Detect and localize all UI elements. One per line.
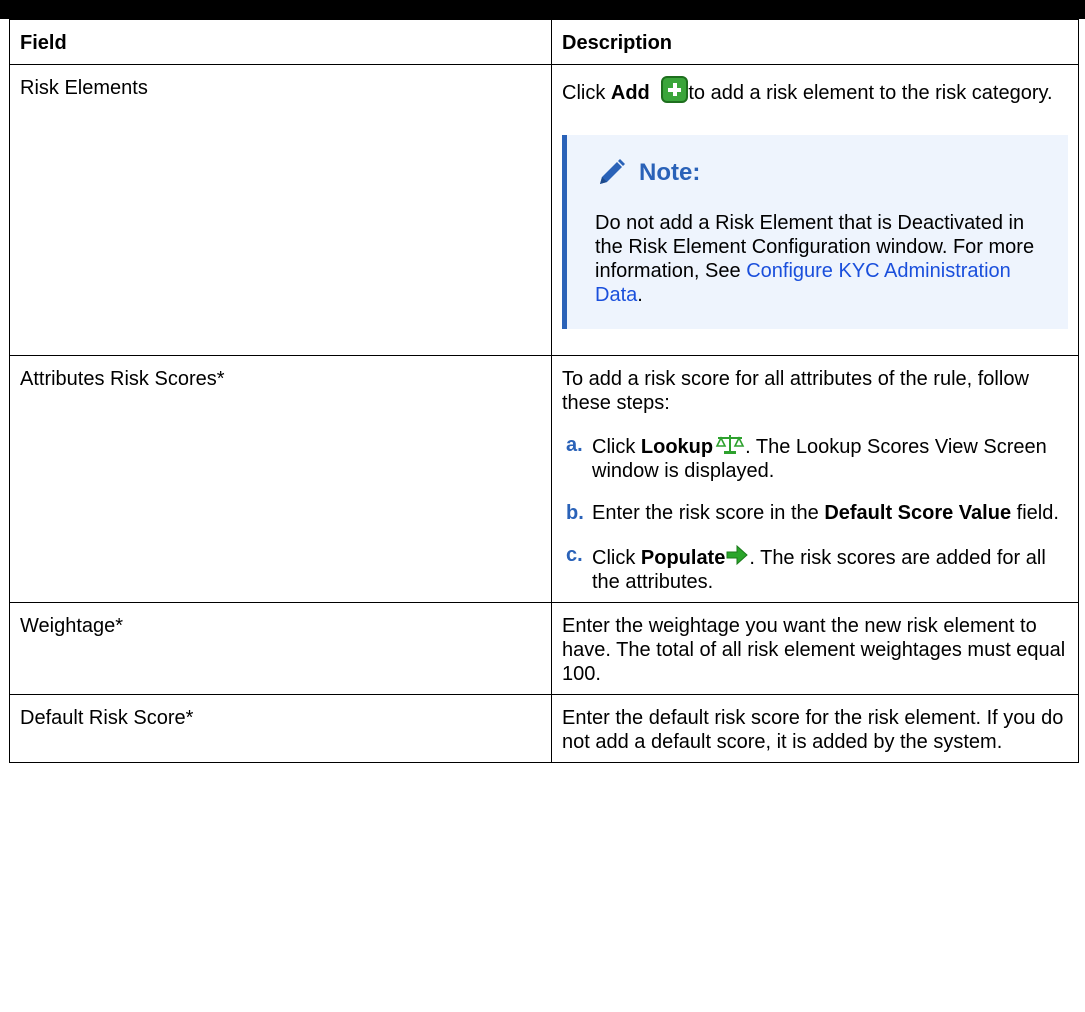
- bold-term: Default Score Value: [824, 502, 1012, 524]
- field-cell: Default Risk Score*: [9, 694, 552, 763]
- text-segment: Enter the risk score in the: [592, 502, 825, 524]
- note-title: Note:: [639, 159, 701, 186]
- step-text: Enter the risk score in the Default Scor…: [592, 501, 1059, 525]
- header-field: Field: [9, 19, 552, 65]
- text-segment: to add a risk element to the risk catego…: [688, 82, 1053, 104]
- description-cell: Enter the default risk score for the ris…: [551, 694, 1079, 763]
- text-segment: field.: [1011, 502, 1059, 524]
- description-cell: Click Add to add a risk element to the r…: [551, 64, 1079, 356]
- step-text: Click Populate. The risk scores are adde…: [592, 543, 1068, 594]
- description-cell: To add a risk score for all attributes o…: [551, 355, 1079, 603]
- description-text: Click Add to add a risk element to the r…: [562, 76, 1068, 105]
- pencil-icon: [600, 159, 625, 184]
- note-box: Note: Do not add a Risk Element that is …: [562, 135, 1068, 329]
- step-marker: c.: [566, 544, 583, 566]
- bold-term: Lookup: [640, 436, 714, 458]
- field-description-table: Field Description Risk Elements Click Ad…: [9, 19, 1079, 763]
- step-marker: a.: [566, 434, 583, 456]
- bold-term: Populate: [640, 547, 726, 569]
- step-text: Click Lookup. The Lookup Scores View Scr…: [592, 433, 1068, 483]
- bold-term: Add: [610, 82, 650, 104]
- field-cell: Risk Elements: [9, 64, 552, 356]
- note-body: Do not add a Risk Element that is Deacti…: [595, 211, 1048, 307]
- text-segment: Click: [592, 547, 641, 569]
- table-row: Risk Elements Click Add to add a risk el…: [9, 64, 1079, 356]
- note-heading: Note:: [595, 157, 1048, 189]
- arrow-right-icon: [726, 544, 749, 566]
- text-segment: .: [637, 284, 643, 306]
- steps-list: a. Click Lookup. The Lookup Scores View …: [562, 433, 1068, 594]
- header-description: Description: [551, 19, 1079, 65]
- text-segment: Click: [562, 82, 611, 104]
- table-row: Weightage* Enter the weightage you want …: [9, 602, 1079, 695]
- step-marker: b.: [566, 502, 584, 524]
- list-item: a. Click Lookup. The Lookup Scores View …: [562, 433, 1068, 483]
- list-item: b. Enter the risk score in the Default S…: [562, 501, 1068, 525]
- scale-icon: [715, 435, 745, 454]
- field-cell: Weightage*: [9, 602, 552, 695]
- text-segment: Click: [592, 436, 641, 458]
- top-rule: [0, 0, 1085, 19]
- table-row: Attributes Risk Scores* To add a risk sc…: [9, 355, 1079, 603]
- list-item: c. Click Populate. The risk scores are a…: [562, 543, 1068, 594]
- description-cell: Enter the weightage you want the new ris…: [551, 602, 1079, 695]
- description-text: To add a risk score for all attributes o…: [562, 368, 1029, 414]
- table-header-row: Field Description: [9, 19, 1079, 65]
- add-icon: [661, 76, 689, 103]
- field-cell: Attributes Risk Scores*: [9, 355, 552, 603]
- table-row: Default Risk Score* Enter the default ri…: [9, 694, 1079, 763]
